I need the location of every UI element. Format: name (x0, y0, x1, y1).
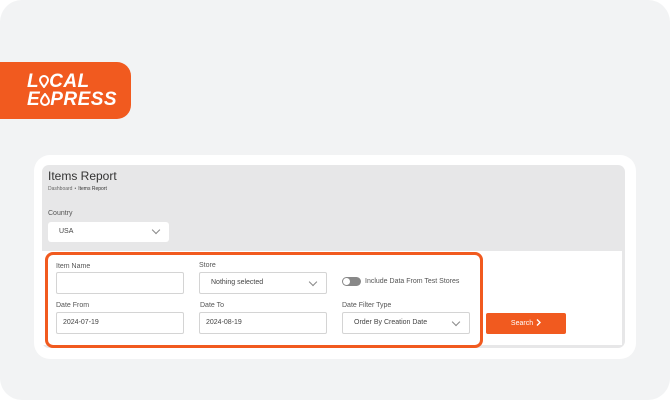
breadcrumb-separator: • (74, 186, 77, 192)
breadcrumb-home[interactable]: Dashboard (48, 186, 72, 192)
logo-text-press: PRESS (50, 89, 118, 110)
pin-x-icon (40, 93, 51, 106)
page-title: Items Report (48, 169, 117, 183)
chevron-right-icon (536, 319, 542, 326)
search-button[interactable]: Search (486, 313, 566, 334)
filters-highlight (45, 252, 483, 348)
logo-line-2: E PRESS (27, 89, 131, 110)
chevron-down-icon (151, 225, 161, 235)
country-select[interactable]: USA (48, 222, 169, 242)
breadcrumb: Dashboard • Items Report (48, 186, 107, 192)
country-value: USA (59, 228, 74, 235)
breadcrumb-current: Items Report (78, 186, 107, 192)
local-express-logo: L CAL E PRESS (0, 62, 131, 119)
country-label: Country (48, 210, 73, 217)
pin-icon (39, 75, 50, 88)
search-button-label: Search (510, 320, 534, 327)
logo-letter-e: E (27, 89, 41, 110)
